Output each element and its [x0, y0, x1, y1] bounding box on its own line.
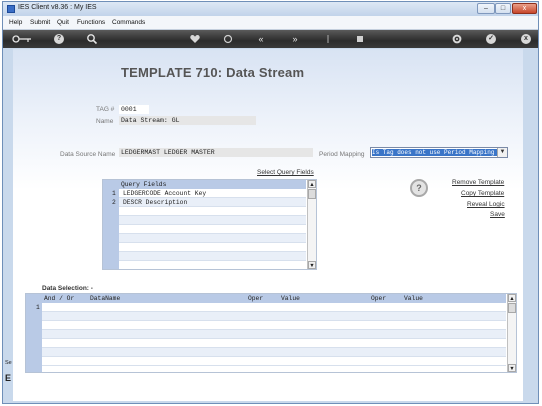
row-number: 2 [112, 199, 116, 206]
table-row[interactable] [42, 357, 506, 366]
value-header-2: Value [404, 295, 423, 302]
table-row[interactable] [42, 321, 506, 330]
query-fields-header-label: Query Fields [121, 181, 167, 188]
table-row[interactable] [119, 234, 306, 243]
window-title: IES Client v8.36 : My IES [18, 4, 97, 11]
name-field[interactable]: Data Stream: GL [119, 116, 256, 125]
scroll-thumb[interactable] [508, 303, 516, 313]
check-icon[interactable]: ✓ [486, 34, 496, 44]
scroll-up-icon[interactable]: ▲ [508, 294, 516, 302]
app-icon [7, 5, 15, 13]
menu-quit[interactable]: Quit [57, 19, 69, 26]
tag-label: TAG # [96, 106, 115, 113]
close-icon[interactable]: x [521, 34, 531, 44]
rewind-icon[interactable]: « [254, 32, 268, 46]
menu-commands[interactable]: Commands [112, 19, 145, 26]
main-content: TEMPLATE 710: Data Stream TAG # 0001 Nam… [13, 49, 523, 401]
forward-icon[interactable]: » [288, 32, 302, 46]
data-selection-grid: And / Or DataName Oper Value Oper Value … [25, 293, 517, 373]
period-mapping-select[interactable]: Is Tag does not use Period Mapping ▼ [370, 147, 508, 158]
table-row[interactable] [42, 339, 506, 348]
copy-template-link[interactable]: Copy Template [461, 190, 504, 197]
maximize-button[interactable]: □ [495, 3, 511, 14]
period-mapping-value: Is Tag does not use Period Mapping [372, 149, 497, 156]
stop-icon[interactable] [353, 32, 367, 46]
save-link[interactable]: Save [490, 211, 505, 218]
menu-help[interactable]: Help [9, 19, 22, 26]
search-icon[interactable] [85, 32, 99, 46]
table-row[interactable] [42, 312, 506, 321]
data-source-label: Data Source Name [60, 151, 116, 158]
name-label: Name [96, 118, 114, 125]
reveal-logic-link[interactable]: Reveal Logic [467, 201, 505, 208]
table-row[interactable] [119, 216, 306, 225]
minimize-button[interactable]: – [477, 3, 495, 14]
table-row[interactable] [119, 225, 306, 234]
andor-header: And / Or [44, 295, 75, 302]
toolbar: ? « » ✓ x [3, 30, 538, 48]
chevron-down-icon[interactable]: ▼ [497, 148, 507, 157]
menu-submit[interactable]: Submit [30, 19, 50, 26]
oper-header-2: Oper [371, 295, 387, 302]
table-row[interactable] [119, 207, 306, 216]
period-mapping-label: Period Mapping [319, 151, 365, 158]
left-strip: Se E [3, 360, 13, 400]
scroll-down-icon[interactable]: ▼ [508, 364, 516, 372]
tag-field[interactable]: 0001 [119, 105, 149, 114]
dataname-header: DataName [90, 295, 121, 302]
table-row[interactable] [42, 330, 506, 339]
left-strip-text: Se [5, 360, 12, 366]
app-window: IES Client v8.36 : My IES – □ x Help Sub… [2, 1, 539, 404]
help-icon[interactable]: ? [410, 179, 428, 197]
oper-header: Oper [248, 295, 264, 302]
page-title: TEMPLATE 710: Data Stream [121, 65, 305, 80]
table-row[interactable] [119, 243, 306, 252]
data-selection-label: Data Selection: - [42, 285, 93, 292]
table-row[interactable] [42, 348, 506, 357]
settings-icon[interactable] [450, 32, 464, 46]
title-bar: IES Client v8.36 : My IES – □ x [3, 2, 538, 16]
left-strip-letter: E [5, 373, 12, 383]
query-field-cell[interactable]: DESCR Description [123, 198, 187, 207]
table-row[interactable] [119, 252, 306, 261]
scroll-thumb[interactable] [308, 189, 316, 199]
scroll-up-icon[interactable]: ▲ [308, 180, 316, 188]
data-selection-scrollbar[interactable]: ▲ ▼ [507, 294, 516, 372]
row-number: 1 [112, 190, 116, 197]
row-number: 1 [36, 304, 40, 311]
upload-icon[interactable] [321, 32, 335, 46]
query-fields-grid: Query Fields 1 LEDGERCODE Account Key 2 … [102, 179, 317, 270]
key-icon[interactable] [11, 32, 33, 46]
value-header: Value [281, 295, 300, 302]
scroll-down-icon[interactable]: ▼ [308, 261, 316, 269]
menu-bar: Help Submit Quit Functions Commands [3, 16, 538, 30]
refresh-icon[interactable] [221, 32, 235, 46]
select-query-fields-link[interactable]: Select Query Fields [257, 169, 314, 176]
query-fields-header: Query Fields [103, 180, 306, 189]
query-fields-scrollbar[interactable]: ▲ ▼ [307, 180, 316, 269]
table-row[interactable] [42, 303, 506, 312]
remove-template-link[interactable]: Remove Template [452, 179, 504, 186]
row-number-column [103, 180, 119, 269]
data-selection-header: And / Or DataName Oper Value Oper Value [26, 294, 506, 303]
close-window-button[interactable]: x [512, 3, 537, 14]
heart-icon[interactable] [188, 32, 202, 46]
data-source-field[interactable]: LEDGERMAST LEDGER MASTER [119, 148, 313, 157]
help-icon[interactable]: ? [54, 34, 64, 44]
query-field-cell[interactable]: LEDGERCODE Account Key [123, 189, 206, 198]
menu-functions[interactable]: Functions [77, 19, 105, 26]
